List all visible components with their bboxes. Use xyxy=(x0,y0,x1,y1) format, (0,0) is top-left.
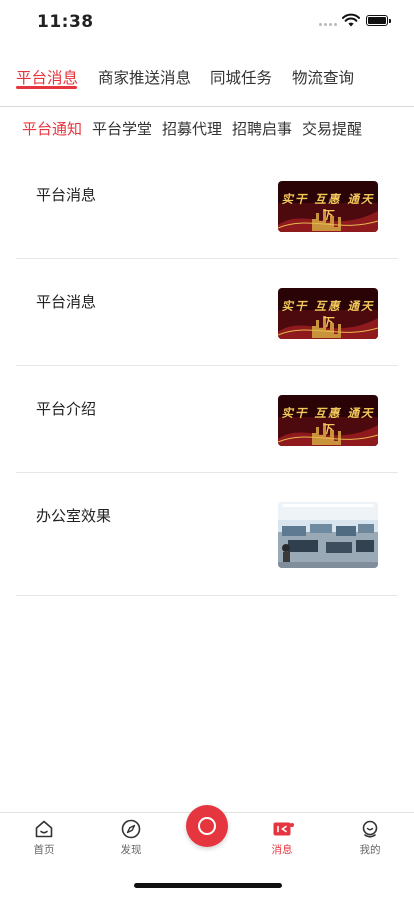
list-item-title: 办公室效果 xyxy=(36,507,112,525)
home-icon xyxy=(35,820,53,838)
list-item[interactable]: 平台消息 实干 互惠 通天下 xyxy=(16,152,398,259)
tab-messages[interactable]: 消息 xyxy=(252,819,312,857)
status-bar: 11:38 xyxy=(0,0,414,44)
tab-discover-label: 发现 xyxy=(120,844,142,856)
subtab-platform-academy[interactable]: 平台学堂 xyxy=(92,118,152,139)
banner-thumbnail: 实干 互惠 通天下 xyxy=(278,181,378,232)
banner-slogan: 实干 互惠 通天下 xyxy=(281,406,375,436)
subtab-platform-notice[interactable]: 平台通知 xyxy=(22,118,82,139)
status-time: 11:38 xyxy=(37,12,94,32)
list-item-title: 平台消息 xyxy=(36,186,97,204)
wifi-icon xyxy=(342,13,360,27)
subtab-recruit-agents[interactable]: 招募代理 xyxy=(162,118,222,139)
tab-logistics[interactable]: 物流查询 xyxy=(292,66,354,88)
divider xyxy=(0,106,414,107)
tab-merchant-push[interactable]: 商家推送消息 xyxy=(98,66,191,88)
tab-discover[interactable]: 发现 xyxy=(101,819,161,857)
tab-platform-messages[interactable]: 平台消息 xyxy=(16,66,78,88)
tab-local-tasks[interactable]: 同城任务 xyxy=(210,66,272,88)
tab-messages-label: 消息 xyxy=(271,844,293,856)
office-photo xyxy=(278,502,378,568)
list-item-title: 平台消息 xyxy=(36,293,97,311)
unread-dot xyxy=(290,823,294,827)
banner-thumbnail: 实干 互惠 通天下 xyxy=(278,395,378,446)
tab-profile-label: 我的 xyxy=(359,844,381,856)
message-list: 平台消息 实干 互惠 通天下 平台消息 实干 互惠 通天下 平台介绍 实干 互惠… xyxy=(16,152,398,596)
active-tab-indicator xyxy=(16,86,77,89)
top-tabs: 平台消息 商家推送消息 同城任务 物流查询 xyxy=(0,58,414,102)
banner-thumbnail: 实干 互惠 通天下 xyxy=(278,288,378,339)
list-item[interactable]: 平台介绍 实干 互惠 通天下 xyxy=(16,366,398,473)
subtab-trade-reminders[interactable]: 交易提醒 xyxy=(302,118,362,139)
center-record-button[interactable] xyxy=(186,805,228,847)
banner-slogan: 实干 互惠 通天下 xyxy=(281,299,375,329)
compass-icon xyxy=(121,819,141,839)
tab-home[interactable]: 首页 xyxy=(14,819,74,857)
home-indicator xyxy=(134,883,282,888)
profile-icon xyxy=(362,820,378,838)
tab-profile[interactable]: 我的 xyxy=(340,819,400,857)
tab-home-label: 首页 xyxy=(33,844,55,856)
list-item[interactable]: 办公室效果 xyxy=(16,473,398,596)
subtab-job-postings[interactable]: 招聘启事 xyxy=(232,118,292,139)
battery-icon xyxy=(366,15,391,26)
list-item-title: 平台介绍 xyxy=(36,400,97,418)
list-item[interactable]: 平台消息 实干 互惠 通天下 xyxy=(16,259,398,366)
banner-slogan: 实干 互惠 通天下 xyxy=(281,192,375,222)
message-icon xyxy=(273,822,291,836)
signal-icon xyxy=(319,21,337,27)
sub-tabs: 平台通知 平台学堂 招募代理 招聘启事 交易提醒 xyxy=(0,118,414,142)
